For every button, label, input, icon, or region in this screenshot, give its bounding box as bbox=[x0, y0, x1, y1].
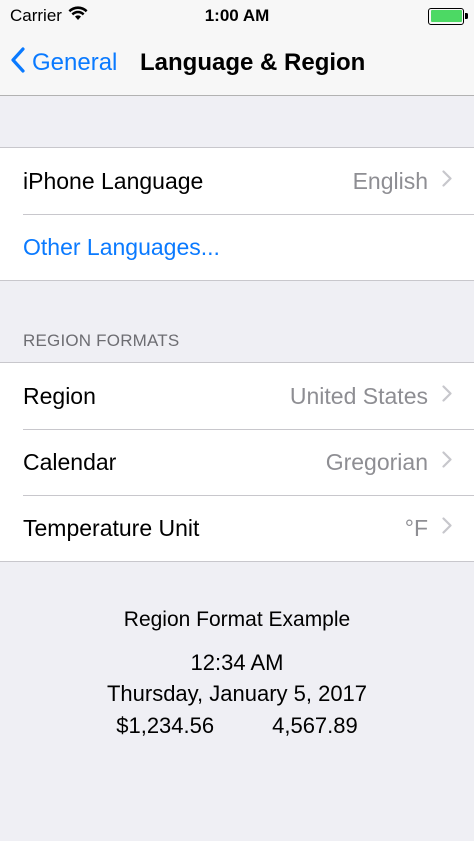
iphone-language-row[interactable]: iPhone Language English bbox=[0, 148, 474, 214]
status-right bbox=[428, 7, 468, 25]
chevron-right-icon bbox=[442, 517, 452, 539]
row-label: iPhone Language bbox=[23, 167, 204, 194]
other-languages-row[interactable]: Other Languages... bbox=[0, 214, 474, 280]
status-bar: Carrier 1:00 AM bbox=[0, 0, 474, 32]
region-formats-header: REGION FORMATS bbox=[23, 331, 180, 350]
language-region-screen: Carrier 1:00 AM General Language & Regio… bbox=[0, 0, 474, 841]
region-format-example: Region Format Example 12:34 AM Thursday,… bbox=[0, 603, 474, 742]
temperature-unit-row[interactable]: Temperature Unit °F bbox=[0, 495, 474, 561]
row-value: °F bbox=[404, 514, 428, 541]
example-currency: $1,234.56 bbox=[116, 713, 215, 738]
example-title: Region Format Example bbox=[123, 608, 351, 631]
back-label: General bbox=[32, 49, 118, 76]
chevron-right-icon bbox=[442, 385, 452, 407]
row-value: Gregorian bbox=[325, 448, 428, 475]
region-row[interactable]: Region United States bbox=[0, 363, 474, 429]
status-left: Carrier bbox=[10, 6, 88, 26]
navigation-bar: General Language & Region bbox=[0, 32, 474, 96]
wifi-icon bbox=[68, 6, 88, 26]
battery-icon bbox=[428, 7, 468, 25]
chevron-left-icon bbox=[10, 46, 26, 80]
carrier-label: Carrier bbox=[10, 6, 62, 25]
row-label: Temperature Unit bbox=[23, 514, 200, 541]
language-group: iPhone Language English Other Languages.… bbox=[0, 147, 474, 281]
other-languages-link: Other Languages... bbox=[23, 233, 220, 260]
row-value: English bbox=[352, 167, 428, 194]
back-button[interactable]: General bbox=[10, 46, 117, 80]
row-value: United States bbox=[289, 382, 428, 409]
chevron-right-icon bbox=[442, 451, 452, 473]
row-label: Calendar bbox=[23, 448, 117, 475]
row-label: Region bbox=[23, 382, 96, 409]
example-date: Thursday, January 5, 2017 bbox=[106, 681, 368, 706]
battery-fill bbox=[430, 10, 462, 22]
example-time: 12:34 AM bbox=[190, 650, 284, 675]
calendar-row[interactable]: Calendar Gregorian bbox=[0, 429, 474, 495]
example-numbers: $1,234.56 4,567.89 bbox=[0, 710, 474, 742]
page-title: Language & Region bbox=[140, 49, 366, 76]
region-formats-group: Region United States Calendar Gregorian … bbox=[0, 362, 474, 562]
example-number: 4,567.89 bbox=[272, 713, 358, 738]
chevron-right-icon bbox=[442, 170, 452, 192]
